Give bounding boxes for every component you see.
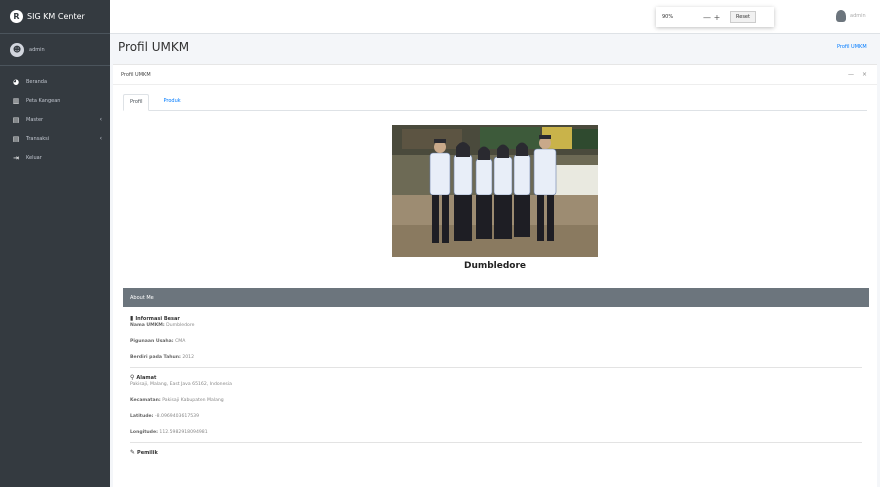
alamat-lat-label: Latitude: [130,414,154,419]
info-section-title: ▮ Informasi Besar [130,315,862,322]
sidebar-item-beranda[interactable]: ◕ Beranda [0,72,110,91]
divider [130,367,862,368]
database-icon: ▤ [12,134,20,143]
pemilik-title-text: Pemilik [137,449,158,456]
alamat-lat-row: Latitude: -8.0969403617539 [130,413,862,420]
zoom-reset-button[interactable]: Reset [730,11,756,23]
card-header: Profil UMKM [113,65,877,85]
database-icon: ▤ [12,115,20,124]
group-photo-image [392,125,598,257]
map-icon: ▥ [12,96,20,105]
dashboard-icon: ◕ [12,77,20,86]
brand-link[interactable]: R SIG KM Center [0,0,110,34]
profile-card: Profil UMKM — × Profil Produk Dumbledore… [113,64,877,487]
alamat-kec-value: Pakisaji Kabupaten Malang [162,398,224,403]
info-pg-label: Pigunaan Usaha: [130,339,174,344]
alamat-section-title: ⚲ Alamat [130,374,862,381]
tab-produk[interactable]: Produk [157,94,186,111]
sidebar-item-label: Transaksi [26,135,50,142]
topbar-username: admin [850,13,866,19]
sidebar-item-label: Beranda [26,78,48,85]
topbar-user-menu[interactable]: admin [836,10,866,22]
group-photo [392,125,598,257]
info-nama-row: Nama UMKM: Dumbledore [130,322,862,329]
info-berdiri-value: 2012 [182,355,195,360]
alamat-lng-label: Longitude: [130,430,158,435]
app-logo-icon: R [10,10,23,23]
info-pg-row: Pigunaan Usaha: CMA [130,338,862,345]
breadcrumb[interactable]: Profil UMKM [837,44,867,50]
chevron-left-icon: ‹ [99,135,102,142]
info-pg-value: CMA [175,339,186,344]
zoom-out-button[interactable]: — [702,13,712,22]
umkm-name-caption: Dumbledore [463,261,527,271]
sidebar-item-label: Peta Kangean [26,97,61,104]
app-title: SIG KM Center [27,12,85,21]
alamat-kec-label: Kecamatan: [130,398,161,403]
sidebar-item-label: Master [26,116,44,123]
about-header: About Me [123,288,869,307]
alamat-kec-row: Kecamatan: Pakisaji Kabupaten Malang [130,397,862,404]
info-nama-label: Nama UMKM: [130,323,165,328]
card-title: Profil UMKM [121,71,151,78]
top-navbar: 90% — + Reset admin [110,0,880,34]
sidebar-item-keluar[interactable]: ⇥ Keluar [0,148,110,167]
page-title: Profil UMKM [118,40,190,54]
close-button[interactable]: × [862,71,867,78]
user-avatar-icon [836,10,846,22]
chevron-left-icon: ‹ [99,116,102,123]
info-berdiri-label: Berdiri pada Tahun: [130,355,181,360]
zoom-popup: 90% — + Reset [656,7,774,27]
zoom-in-button[interactable]: + [712,13,722,22]
book-icon: ▮ [130,315,134,322]
sidebar-username: admin [29,46,45,53]
collapse-button[interactable]: — [848,71,854,78]
info-berdiri-row: Berdiri pada Tahun: 2012 [130,354,862,361]
pemilik-section-title: ✎ Pemilik [130,449,862,456]
alamat-lng-value: 112.5982918094981 [159,430,208,435]
profile-tabs: Profil Produk [123,94,867,111]
sidebar-item-master[interactable]: ▤ Master ‹ [0,110,110,129]
user-panel[interactable]: ☻ admin [0,34,110,66]
alamat-address: Pakisaji, Malang, East Java 65162, Indon… [130,382,232,387]
sidebar-item-label: Keluar [26,154,42,161]
alamat-lng-row: Longitude: 112.5982918094981 [130,429,862,436]
sidebar-nav: ◕ Beranda ▥ Peta Kangean ▤ Master ‹ ▤ Tr… [0,66,110,167]
info-title-text: Informasi Besar [135,315,180,322]
divider [130,442,862,443]
map-marker-icon: ⚲ [130,374,135,381]
pencil-icon: ✎ [130,449,136,456]
info-nama-value: Dumbledore [166,323,195,328]
alamat-lat-value: -8.0969403617539 [154,414,200,419]
card-tools: — × [848,71,867,78]
sidebar-item-peta[interactable]: ▥ Peta Kangean [0,91,110,110]
sidebar: R SIG KM Center ☻ admin ◕ Beranda ▥ Peta… [0,0,110,487]
logout-icon: ⇥ [13,153,19,162]
zoom-level: 90% [662,14,674,20]
user-avatar-icon: ☻ [10,42,24,57]
alamat-title-text: Alamat [136,374,157,381]
sidebar-item-transaksi[interactable]: ▤ Transaksi ‹ [0,129,110,148]
about-body: ▮ Informasi Besar Nama UMKM: Dumbledore … [123,307,869,464]
tab-profil[interactable]: Profil [123,94,150,111]
